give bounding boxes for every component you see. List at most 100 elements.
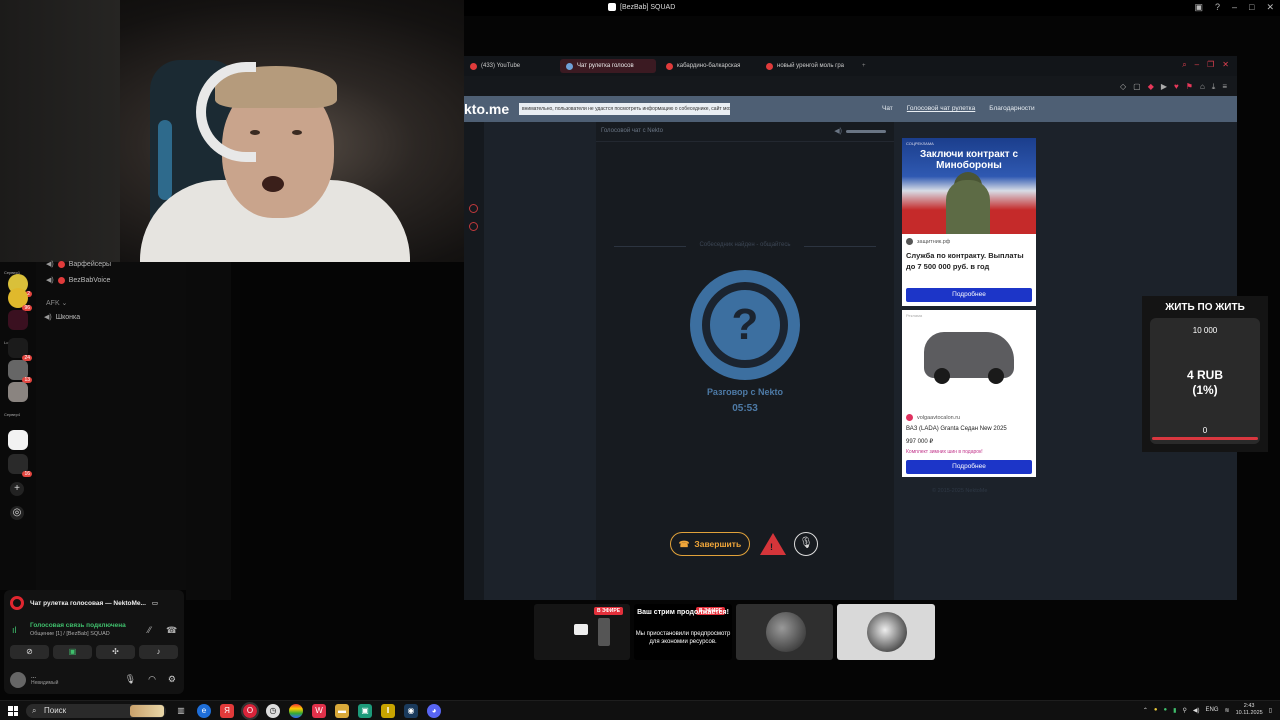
chrome-icon[interactable] bbox=[289, 704, 303, 718]
steam-icon[interactable]: ◉ bbox=[404, 704, 418, 718]
wildberries-icon[interactable]: W bbox=[312, 704, 326, 718]
lock-icon[interactable]: ⌂ bbox=[1200, 82, 1205, 92]
restore-button[interactable]: ❐ bbox=[1207, 60, 1214, 70]
soundboard-button[interactable]: ♪ bbox=[139, 645, 178, 659]
nav-thanks[interactable]: Благодарности bbox=[989, 105, 1034, 112]
pin-icon[interactable]: ◇ bbox=[1120, 82, 1126, 92]
minimize-button[interactable]: – bbox=[1232, 2, 1237, 13]
activities-button[interactable]: ✣ bbox=[96, 645, 135, 659]
screen: [BezBab] SQUAD ▣ ? – □ ✕ Сервер1 2 96 Lo… bbox=[0, 0, 1280, 720]
volume-slider[interactable] bbox=[846, 130, 886, 133]
system-tray: ⌃ ● ● ▮ ⚲ ◀) ENG ≋ 2:43 10.11.2025 ▯ bbox=[1143, 703, 1272, 717]
tray-overflow-icon[interactable]: ⌃ bbox=[1143, 707, 1148, 714]
close-button[interactable]: ✕ bbox=[1222, 60, 1229, 70]
play-icon[interactable]: ▶ bbox=[1161, 82, 1167, 92]
microphone-icon[interactable]: 🎙 bbox=[125, 674, 136, 685]
opera-gx-icon[interactable]: O bbox=[241, 702, 259, 720]
noise-suppression-icon[interactable]: ⁄⁄ bbox=[148, 625, 151, 635]
new-tab-button[interactable]: + bbox=[856, 59, 872, 73]
site-logo[interactable]: kto.me bbox=[464, 101, 509, 117]
ad-banner-car[interactable]: Реклама volgaavtocalon.ru ВАЗ (LADA) Gra… bbox=[902, 310, 1036, 477]
side-icon[interactable] bbox=[469, 204, 478, 213]
server-icon[interactable]: 96 bbox=[8, 288, 32, 311]
tray-app-icon[interactable]: ● bbox=[1154, 707, 1158, 713]
server-icon[interactable] bbox=[8, 430, 28, 450]
taskbar-search[interactable]: ⌕ Поиск bbox=[26, 704, 166, 718]
shield-icon[interactable]: ◆ bbox=[1148, 82, 1154, 92]
app-icon[interactable]: ▣ bbox=[358, 704, 372, 718]
minimize-button[interactable]: – bbox=[1195, 60, 1199, 70]
download-icon[interactable]: ⤓ bbox=[1212, 82, 1216, 92]
side-icon[interactable] bbox=[469, 222, 478, 231]
voice-user-item[interactable]: ◀) BezBabVoice bbox=[46, 276, 110, 284]
clock-app-icon[interactable]: ◷ bbox=[266, 704, 280, 718]
search-icon[interactable]: ⌕ bbox=[1182, 60, 1186, 70]
yandex-icon[interactable]: Я bbox=[220, 704, 234, 718]
screen-icon[interactable]: ▭ bbox=[152, 599, 158, 607]
tab-youtube[interactable]: (433) YouTube bbox=[464, 59, 526, 73]
add-server-button[interactable]: + bbox=[10, 482, 24, 496]
server-icon[interactable]: 24 bbox=[8, 338, 32, 361]
server-icon[interactable]: 13 bbox=[8, 360, 32, 383]
ad-more-button[interactable]: Подробнее bbox=[906, 460, 1032, 474]
camera-off-button[interactable]: ⊘ bbox=[10, 645, 49, 659]
inbox-icon[interactable]: ▣ bbox=[1194, 2, 1203, 13]
volume-icon: ◀) bbox=[834, 128, 842, 135]
discord-icon[interactable]: ◕ bbox=[427, 704, 441, 718]
ad-more-button[interactable]: Подробнее bbox=[906, 288, 1032, 302]
call-timer: 05:53 bbox=[732, 403, 758, 414]
language-indicator[interactable]: ENG bbox=[1206, 707, 1219, 713]
menu-icon[interactable]: ≡ bbox=[1222, 82, 1227, 92]
notifications-icon[interactable]: ▯ bbox=[1269, 707, 1272, 714]
folder-icon[interactable]: ▬ bbox=[335, 704, 349, 718]
bookmark-icon[interactable]: ⚑ bbox=[1186, 82, 1193, 92]
server-icon[interactable] bbox=[8, 382, 28, 402]
heart-icon[interactable]: ♥ bbox=[1174, 82, 1179, 92]
stream-preview[interactable] bbox=[837, 604, 935, 660]
channel-category-afk[interactable]: AFK ⌄ bbox=[46, 299, 67, 307]
voice-channel-item[interactable]: ◀) Шконка bbox=[44, 313, 80, 322]
settings-icon[interactable]: ⚙ bbox=[168, 674, 176, 685]
voice-channel-path[interactable]: Общение [1] / [BezBab] SQUAD bbox=[30, 631, 110, 637]
help-icon[interactable]: ? bbox=[1215, 2, 1220, 13]
ad-banner-contract[interactable]: СОЦРЕКЛАМА Заключи контракт с Минобороны… bbox=[902, 138, 1036, 306]
maximize-button[interactable]: □ bbox=[1249, 2, 1254, 13]
screenshot-icon[interactable]: ▢ bbox=[1133, 82, 1141, 92]
volume-icon[interactable]: ◀) bbox=[1193, 707, 1200, 714]
close-button[interactable]: ✕ bbox=[1266, 2, 1274, 13]
tab-voice-chat[interactable]: Чат рулетка голосов bbox=[560, 59, 656, 73]
tab-search-1[interactable]: кабардино-балкарская bbox=[660, 59, 746, 73]
nav-voice-chat[interactable]: Голосовой чат рулетка bbox=[907, 105, 975, 112]
server-icon[interactable] bbox=[8, 310, 28, 330]
edge-icon[interactable]: e bbox=[197, 704, 211, 718]
activity-row[interactable]: Чат рулетка голосовая — NektoMe... ▭ bbox=[10, 596, 158, 610]
user-area[interactable]: ... Невидимый bbox=[10, 672, 58, 688]
headphones-icon[interactable]: ◠ bbox=[148, 674, 156, 685]
wifi-icon[interactable]: ≋ bbox=[1225, 707, 1230, 714]
screen-share-button[interactable]: ▣ bbox=[53, 645, 92, 659]
nav-chat[interactable]: Чат bbox=[882, 105, 893, 112]
app-activity-icon bbox=[10, 596, 24, 610]
server-icon[interactable]: 16 bbox=[8, 454, 32, 477]
disconnect-icon[interactable]: ☎ bbox=[166, 625, 177, 636]
taskbar-clock[interactable]: 2:43 10.11.2025 bbox=[1236, 703, 1263, 717]
task-view-icon[interactable]: ▥ bbox=[174, 704, 188, 718]
explore-icon[interactable]: ◎ bbox=[10, 506, 24, 520]
live-badge: В ЭФИРЕ bbox=[594, 607, 624, 615]
start-button[interactable] bbox=[8, 706, 18, 716]
stream-preview-paused[interactable]: В ЭФИРЕ Ваш стрим продолжается! Мы приос… bbox=[634, 604, 732, 660]
signal-icon[interactable]: ıl bbox=[12, 625, 17, 635]
network-icon[interactable]: ⚲ bbox=[1182, 707, 1186, 714]
report-warning-icon[interactable] bbox=[760, 533, 786, 555]
microphone-button[interactable]: 🎙 bbox=[794, 532, 818, 556]
site-side-strip bbox=[464, 122, 484, 600]
tab-search-2[interactable]: новый уренгой моль гра bbox=[760, 59, 850, 73]
server-list: Сервер1 2 96 Lounge 24 13 Сервер4 16 + ◎ bbox=[0, 262, 36, 590]
tray-app-icon[interactable]: ▮ bbox=[1173, 707, 1176, 714]
stream-preview[interactable]: В ЭФИРЕ bbox=[534, 604, 630, 660]
voice-user-item[interactable]: ◀) Варфейсеры bbox=[46, 260, 111, 268]
app-icon[interactable]: ‖ bbox=[381, 704, 395, 718]
end-call-button[interactable]: ☎ Завершить bbox=[670, 532, 750, 556]
stream-preview[interactable] bbox=[736, 604, 833, 660]
tray-app-icon[interactable]: ● bbox=[1164, 707, 1168, 713]
